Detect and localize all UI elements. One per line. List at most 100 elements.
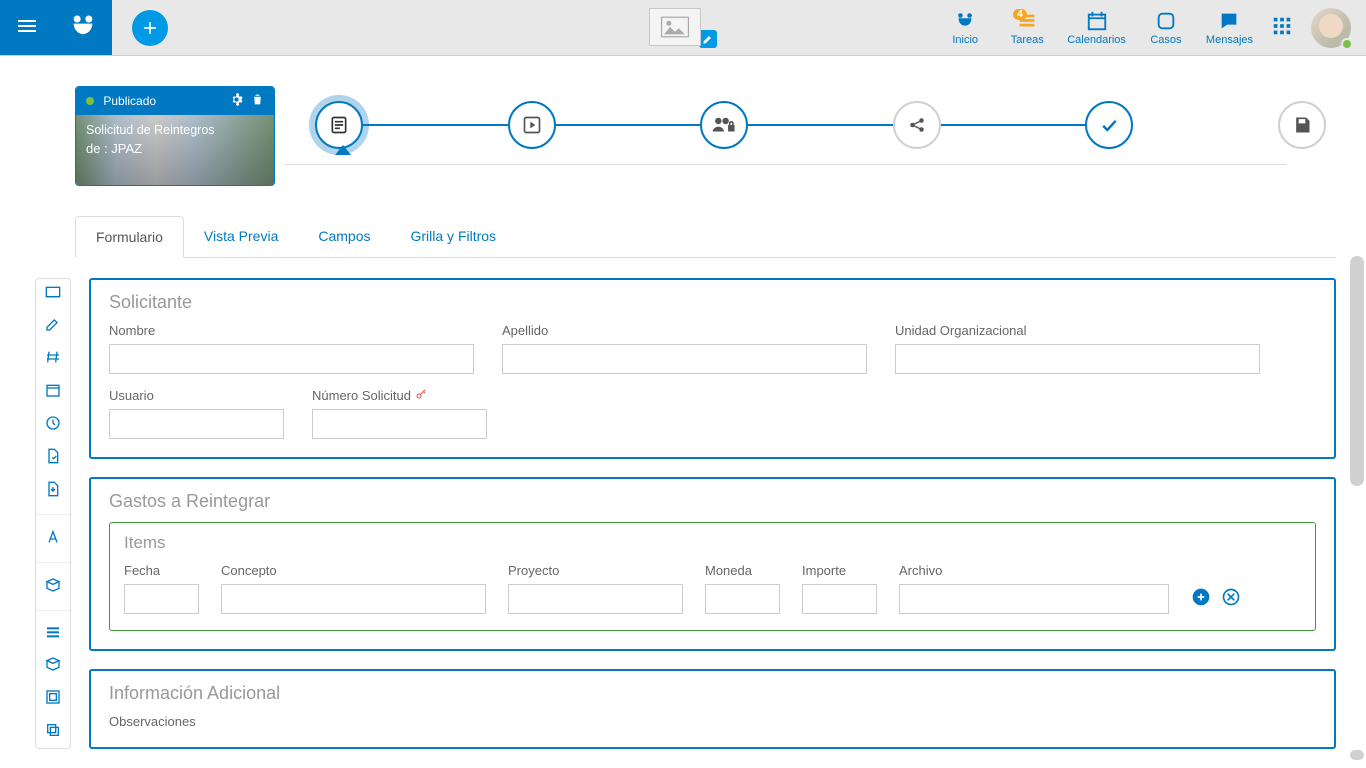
process-title: Solicitud de Reintegros: [86, 123, 264, 137]
input-fecha[interactable]: [124, 584, 199, 614]
section-title: Solicitante: [109, 292, 1316, 313]
field-label-usuario: Usuario: [109, 388, 284, 403]
input-nombre[interactable]: [109, 344, 474, 374]
input-numero[interactable]: [312, 409, 487, 439]
topbar-right: Inicio 4 Tareas Calendarios Casos Mensaj…: [943, 0, 1366, 55]
input-archivo[interactable]: [899, 584, 1169, 614]
section-gastos[interactable]: Gastos a Reintegrar Items Fecha Concepto…: [89, 477, 1336, 651]
field-label-apellido: Apellido: [502, 323, 867, 338]
nav-label: Inicio: [952, 34, 978, 46]
step-form[interactable]: [315, 101, 363, 149]
palette-date-icon[interactable]: [45, 382, 61, 401]
section-title: Información Adicional: [109, 683, 1316, 704]
nav-label: Tareas: [1011, 34, 1044, 46]
create-button[interactable]: [132, 10, 168, 46]
step-pointer-icon: [335, 145, 351, 155]
field-label-nombre: Nombre: [109, 323, 474, 338]
input-apellido[interactable]: [502, 344, 867, 374]
field-label-fecha: Fecha: [124, 563, 199, 578]
field-palette: [35, 278, 71, 749]
remove-row-icon[interactable]: [1221, 587, 1241, 610]
header-image-picker[interactable]: [649, 8, 717, 46]
palette-download-icon[interactable]: [46, 481, 60, 500]
topbar-left: [0, 0, 112, 55]
palette-group-icon[interactable]: [45, 689, 61, 708]
tab-campos[interactable]: Campos: [298, 216, 390, 257]
process-subtitle: de : JPAZ: [86, 141, 264, 156]
head-row: Publicado Solicitud de Reintegros de : J…: [10, 86, 1356, 186]
status-dot-icon: [86, 97, 94, 105]
nav-label: Mensajes: [1206, 34, 1253, 46]
avatar-wrap[interactable]: [1311, 8, 1351, 48]
field-label-archivo: Archivo: [899, 563, 1169, 578]
nav-label: Calendarios: [1067, 34, 1126, 46]
field-label-numero: Número Solicitud: [312, 388, 487, 403]
step-done[interactable]: [1085, 101, 1133, 149]
field-label-concepto: Concepto: [221, 563, 486, 578]
image-placeholder-icon: [649, 8, 701, 46]
trash-icon[interactable]: [251, 93, 264, 109]
input-proyecto[interactable]: [508, 584, 683, 614]
input-unidad[interactable]: [895, 344, 1260, 374]
input-importe[interactable]: [802, 584, 877, 614]
process-card-header: Publicado: [76, 87, 274, 115]
apps-grid-icon[interactable]: [1271, 15, 1293, 40]
section-solicitante[interactable]: Solicitante Nombre Apellido Unidad Organ…: [89, 278, 1336, 459]
section-title: Gastos a Reintegrar: [109, 491, 1316, 512]
field-label-observaciones: Observaciones: [109, 714, 1316, 729]
app-logo-icon[interactable]: [69, 12, 97, 43]
step-play[interactable]: [508, 101, 556, 149]
menu-icon[interactable]: [15, 14, 39, 41]
field-label-proyecto: Proyecto: [508, 563, 683, 578]
nav-label: Casos: [1150, 34, 1181, 46]
process-card-body: Solicitud de Reintegros de : JPAZ: [76, 115, 274, 185]
step-permissions[interactable]: [700, 101, 748, 149]
subsection-title: Items: [124, 533, 1301, 553]
palette-text-icon[interactable]: [45, 316, 61, 335]
tabs: Formulario Vista Previa Campos Grilla y …: [75, 216, 1336, 258]
nav-mensajes[interactable]: Mensajes: [1206, 10, 1253, 46]
tab-formulario[interactable]: Formulario: [75, 216, 184, 258]
add-row-icon[interactable]: [1191, 587, 1211, 610]
topbar: Inicio 4 Tareas Calendarios Casos Mensaj…: [0, 0, 1366, 56]
palette-font-icon[interactable]: [45, 529, 61, 548]
nav-tareas[interactable]: 4 Tareas: [1005, 10, 1049, 46]
nav-calendarios[interactable]: Calendarios: [1067, 10, 1126, 46]
step-share[interactable]: [893, 101, 941, 149]
tareas-badge: 4: [1013, 9, 1027, 20]
palette-number-icon[interactable]: [45, 349, 61, 368]
palette-file-icon[interactable]: [46, 448, 60, 467]
builder: Solicitante Nombre Apellido Unidad Organ…: [10, 278, 1356, 768]
gear-icon[interactable]: [230, 93, 243, 109]
scrollbar-icon[interactable]: [1350, 256, 1364, 486]
stepper: [315, 86, 1326, 174]
section-info[interactable]: Información Adicional Observaciones: [89, 669, 1336, 749]
key-icon: [415, 388, 427, 403]
process-status: Publicado: [86, 94, 156, 108]
save-button[interactable]: [1278, 101, 1326, 149]
field-label-importe: Importe: [802, 563, 877, 578]
palette-rows-icon[interactable]: [45, 625, 61, 642]
form-canvas: Solicitante Nombre Apellido Unidad Organ…: [89, 278, 1336, 749]
nav-inicio[interactable]: Inicio: [943, 10, 987, 46]
input-usuario[interactable]: [109, 409, 284, 439]
process-card[interactable]: Publicado Solicitud de Reintegros de : J…: [75, 86, 275, 186]
stepper-wrap: [315, 86, 1326, 165]
nav-casos[interactable]: Casos: [1144, 10, 1188, 46]
field-label-unidad: Unidad Organizacional: [895, 323, 1260, 338]
edit-image-icon[interactable]: [699, 30, 717, 48]
field-label-moneda: Moneda: [705, 563, 780, 578]
page: Publicado Solicitud de Reintegros de : J…: [0, 56, 1366, 768]
tab-vista-previa[interactable]: Vista Previa: [184, 216, 298, 257]
input-concepto[interactable]: [221, 584, 486, 614]
palette-box-icon[interactable]: [45, 577, 61, 596]
palette-box2-icon[interactable]: [45, 656, 61, 675]
palette-copy-icon[interactable]: [45, 722, 61, 741]
palette-time-icon[interactable]: [45, 415, 61, 434]
tab-grilla[interactable]: Grilla y Filtros: [391, 216, 517, 257]
process-status-label: Publicado: [103, 94, 156, 108]
input-moneda[interactable]: [705, 584, 780, 614]
scrollbar-icon[interactable]: [1350, 750, 1364, 760]
palette-layout-icon[interactable]: [45, 285, 61, 302]
subsection-items[interactable]: Items Fecha Concepto Proyecto Moneda Imp…: [109, 522, 1316, 631]
